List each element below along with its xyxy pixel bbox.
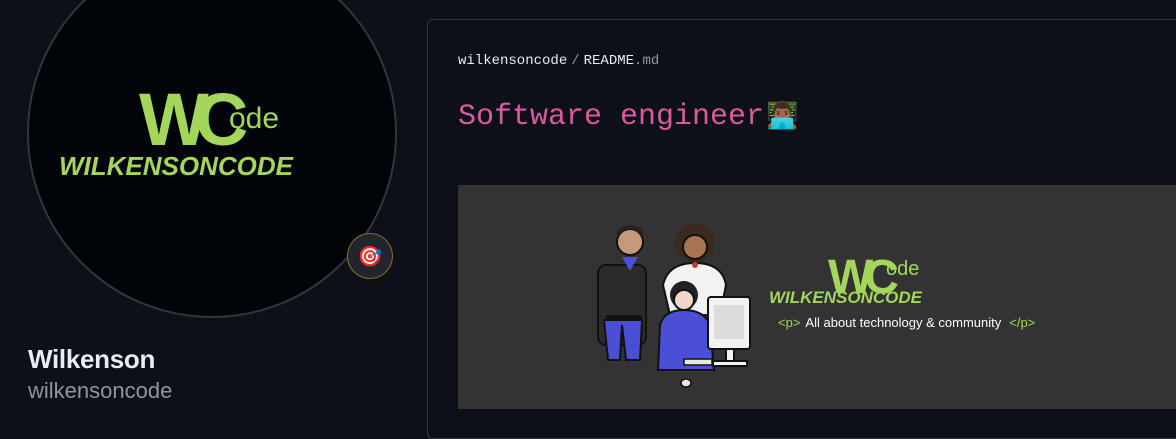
banner-logo: WC ode WILKENSONCODE [769, 251, 923, 307]
man-figure-icon [597, 225, 647, 361]
readme-file-ext: .md [634, 53, 660, 69]
wilkensoncode-logo: WC ode WILKENSONCODE [59, 78, 294, 181]
banner-logo-ode: ode [886, 258, 919, 280]
readme-owner-link[interactable]: wilkensoncode [458, 53, 567, 69]
banner-tag-open: <p> [778, 315, 800, 330]
profile-username: wilkensoncode [28, 378, 173, 403]
banner-illustration: WC ode WILKENSONCODE <p> All about techno… [597, 223, 1035, 388]
banner-tagline: <p> All about technology & community </p> [778, 315, 1035, 330]
readme-card: wilkensoncode / README.md Software enginee… [427, 19, 1176, 439]
profile-name: Wilkenson [28, 344, 156, 374]
profile-avatar[interactable]: WC ode WILKENSONCODE [27, 0, 397, 318]
readme-breadcrumb: wilkensoncode / README.md [458, 53, 659, 69]
set-status-button[interactable]: 🎯 [347, 233, 393, 279]
banner-tagline-text: All about technology & community [805, 315, 1001, 330]
readme-heading: Software engineer👨🏾‍💻 [458, 100, 798, 134]
readme-file-name: README [583, 53, 635, 69]
dart-target-icon: 🎯 [357, 245, 383, 268]
banner-logo-wordmark: WILKENSONCODE [769, 288, 923, 307]
banner-tag-close: </p> [1009, 315, 1035, 330]
technologist-icon: 👨🏾‍💻 [766, 102, 799, 132]
breadcrumb-separator: / [571, 53, 580, 69]
readme-heading-text: Software engineer [458, 100, 765, 134]
logo-ode: ode [229, 102, 279, 135]
readme-banner-image: WC ode WILKENSONCODE <p> All about techno… [458, 185, 1176, 409]
logo-wordmark: WILKENSONCODE [59, 151, 294, 181]
